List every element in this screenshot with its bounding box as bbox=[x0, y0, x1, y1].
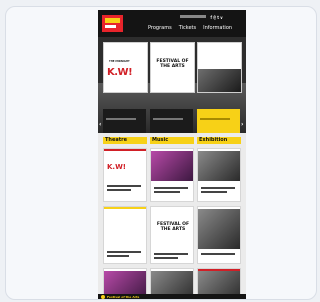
logo-white-block bbox=[105, 25, 116, 28]
event-tile[interactable]: K.W! bbox=[103, 148, 147, 202]
tile-meta-line bbox=[107, 255, 129, 257]
tile-title-line bbox=[201, 253, 235, 255]
tile-title-line bbox=[201, 187, 235, 189]
tile-meta-line bbox=[107, 189, 131, 191]
tile-headline: K.W! bbox=[107, 163, 126, 171]
hero-poster-1[interactable]: THE MIDNIGHT K.W! bbox=[103, 42, 148, 93]
hero-poster-2[interactable]: FESTIVAL OF THE ARTS bbox=[150, 42, 195, 93]
tile-meta-line bbox=[154, 191, 180, 193]
event-tile[interactable] bbox=[197, 206, 241, 264]
main-nav: Programs Tickets Information bbox=[148, 25, 232, 31]
tile-title-line bbox=[107, 251, 141, 253]
category-section: Theatre Music Exhibition K.W! FESTIVAL O… bbox=[98, 133, 246, 299]
search-bar[interactable] bbox=[180, 15, 206, 18]
hero-caption-3[interactable] bbox=[197, 109, 240, 133]
tile-title-line bbox=[107, 185, 141, 187]
logo-yellow-block bbox=[105, 18, 120, 23]
tile-accent bbox=[104, 207, 146, 209]
site-logo[interactable] bbox=[102, 15, 123, 32]
poster-headline: FESTIVAL OF THE ARTS bbox=[156, 59, 189, 69]
nav-item-information[interactable]: Information bbox=[203, 25, 232, 31]
event-tile[interactable] bbox=[150, 148, 194, 202]
event-tile[interactable] bbox=[103, 206, 147, 264]
category-music[interactable]: Music bbox=[150, 137, 194, 144]
footer-logo-icon bbox=[101, 295, 105, 299]
poster-subline: THE MIDNIGHT bbox=[109, 60, 130, 63]
hero-caption-2[interactable] bbox=[150, 109, 193, 133]
tile-title-line bbox=[154, 253, 188, 255]
preview-card: f@tv Programs Tickets Information THE MI… bbox=[5, 6, 317, 300]
tile-meta-line bbox=[154, 257, 178, 259]
carousel-prev-icon[interactable]: ‹ bbox=[99, 121, 101, 128]
event-tile[interactable] bbox=[197, 148, 241, 202]
site-footer: Festival of the Arts bbox=[98, 294, 246, 299]
caption-line bbox=[200, 118, 230, 120]
nav-item-programs[interactable]: Programs bbox=[148, 25, 172, 31]
tile-photo bbox=[198, 209, 240, 249]
category-theatre[interactable]: Theatre bbox=[103, 137, 147, 144]
site-header: f@tv Programs Tickets Information bbox=[98, 10, 246, 37]
poster-photo bbox=[198, 69, 241, 92]
tile-meta-line bbox=[201, 191, 227, 193]
utility-text[interactable]: f@tv bbox=[210, 15, 238, 20]
poster-headline: K.W! bbox=[107, 67, 133, 78]
caption-line bbox=[106, 118, 136, 120]
tile-headline: FESTIVAL OF THE ARTS bbox=[156, 222, 190, 232]
carousel-next-icon[interactable]: › bbox=[241, 121, 243, 128]
tile-title-line bbox=[154, 187, 188, 189]
website-screenshot: f@tv Programs Tickets Information THE MI… bbox=[98, 10, 246, 299]
footer-text[interactable]: Festival of the Arts bbox=[107, 295, 139, 299]
event-tile[interactable]: FESTIVAL OF THE ARTS bbox=[150, 206, 194, 264]
hero-carousel: THE MIDNIGHT K.W! FESTIVAL OF THE ARTS ‹… bbox=[98, 37, 246, 133]
caption-line bbox=[153, 118, 183, 120]
tile-photo bbox=[198, 151, 240, 181]
hero-caption-1[interactable] bbox=[103, 109, 146, 133]
tile-photo bbox=[151, 151, 193, 181]
hero-poster-3[interactable] bbox=[197, 42, 242, 93]
category-exhibition[interactable]: Exhibition bbox=[197, 137, 241, 144]
nav-item-tickets[interactable]: Tickets bbox=[179, 25, 196, 31]
tile-accent bbox=[104, 149, 146, 151]
